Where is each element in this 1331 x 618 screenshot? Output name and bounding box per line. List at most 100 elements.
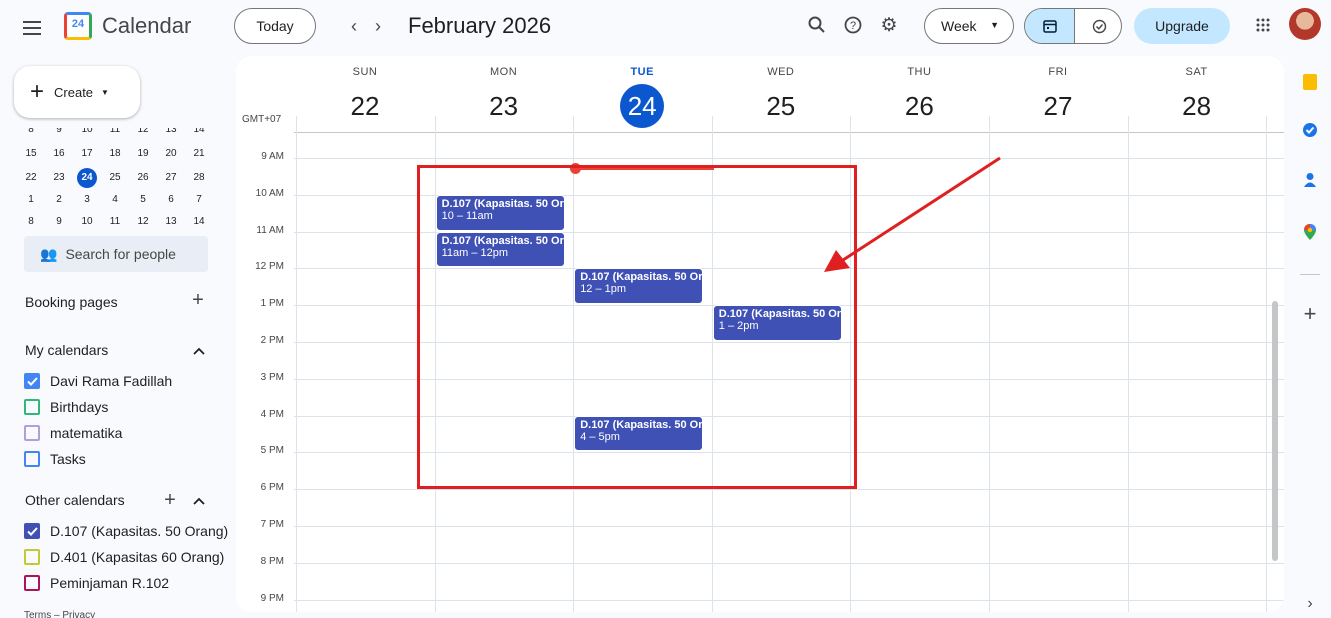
calendar-list-item[interactable]: D.401 (Kapasitas 60 Orang) bbox=[24, 546, 224, 568]
create-button[interactable]: + Create ▼ bbox=[14, 66, 140, 118]
mini-calendar-day[interactable]: 14 bbox=[188, 216, 210, 227]
calendar-list-item[interactable]: D.107 (Kapasitas. 50 Orang) bbox=[24, 520, 228, 542]
mini-calendar-day[interactable]: 13 bbox=[160, 128, 182, 135]
day-number[interactable]: 24 bbox=[620, 84, 665, 128]
day-column-header[interactable]: TUE 24 bbox=[573, 56, 711, 128]
next-week-icon[interactable]: › bbox=[364, 12, 392, 40]
day-number[interactable]: 26 bbox=[897, 84, 941, 128]
mini-calendar-day[interactable]: 16 bbox=[48, 148, 70, 159]
mini-calendar-day[interactable]: 19 bbox=[132, 148, 154, 159]
day-number[interactable]: 22 bbox=[343, 84, 387, 128]
mini-calendar-day[interactable]: 3 bbox=[76, 194, 98, 205]
mini-calendar-day[interactable]: 26 bbox=[132, 172, 154, 183]
tasks-view-button[interactable] bbox=[1074, 9, 1121, 43]
mini-calendar-day[interactable]: 9 bbox=[48, 128, 70, 135]
day-column-header[interactable]: WED 25 bbox=[712, 56, 850, 128]
calendar-list-item[interactable]: matematika bbox=[24, 422, 122, 444]
upgrade-button[interactable]: Upgrade bbox=[1134, 8, 1230, 44]
checkbox-icon[interactable] bbox=[24, 451, 40, 467]
day-number[interactable]: 25 bbox=[759, 84, 803, 128]
add-other-calendar-icon[interactable]: + bbox=[158, 488, 182, 512]
checkbox-icon[interactable] bbox=[24, 425, 40, 441]
hour-label: 4 PM bbox=[260, 408, 284, 420]
mini-calendar-day[interactable]: 18 bbox=[104, 148, 126, 159]
mini-calendar-day[interactable]: 21 bbox=[188, 148, 210, 159]
mini-calendar-day[interactable]: 8 bbox=[20, 128, 42, 135]
day-number[interactable]: 23 bbox=[482, 84, 526, 128]
checkbox-checked-icon[interactable] bbox=[24, 523, 40, 539]
my-calendars-label[interactable]: My calendars bbox=[25, 342, 108, 358]
maps-icon[interactable] bbox=[1298, 220, 1322, 244]
main-menu-icon[interactable] bbox=[14, 10, 50, 46]
add-booking-page-icon[interactable]: + bbox=[186, 288, 210, 312]
calendar-list-item[interactable]: Peminjaman R.102 bbox=[24, 572, 169, 594]
calendar-name: D.401 (Kapasitas 60 Orang) bbox=[50, 549, 225, 565]
day-column-header[interactable]: THU 26 bbox=[850, 56, 988, 128]
today-button[interactable]: Today bbox=[234, 8, 316, 44]
mini-calendar-day[interactable]: 4 bbox=[104, 194, 126, 205]
terms-privacy-link[interactable]: Terms – Privacy bbox=[24, 610, 95, 618]
mini-calendar-day[interactable]: 1 bbox=[20, 194, 42, 205]
checkbox-icon[interactable] bbox=[24, 549, 40, 565]
search-icon[interactable] bbox=[802, 10, 832, 40]
add-addon-icon[interactable]: + bbox=[1296, 300, 1324, 328]
mini-calendar-day[interactable]: 10 bbox=[76, 216, 98, 227]
day-number[interactable]: 28 bbox=[1175, 84, 1219, 128]
checkbox-icon[interactable] bbox=[24, 575, 40, 591]
contacts-icon[interactable] bbox=[1298, 168, 1322, 192]
help-icon[interactable]: ? bbox=[838, 10, 868, 40]
hour-gridline bbox=[294, 526, 1284, 527]
apps-grid-icon[interactable] bbox=[1248, 10, 1278, 40]
day-column-header[interactable]: MON 23 bbox=[435, 56, 573, 128]
mini-calendar-day[interactable]: 13 bbox=[160, 216, 182, 227]
search-people-placeholder: Search for people bbox=[65, 246, 176, 262]
checkbox-checked-icon[interactable] bbox=[24, 373, 40, 389]
expand-panel-chevron-icon[interactable]: › bbox=[1298, 592, 1322, 616]
mini-calendar-day[interactable]: 24 bbox=[77, 168, 97, 188]
top-bar: 24 Calendar Today ‹ › February 2026 ? ⚙ … bbox=[0, 0, 1331, 52]
calendar-list-item[interactable]: Tasks bbox=[24, 448, 86, 470]
mini-calendar-day[interactable]: 23 bbox=[48, 172, 70, 183]
mini-calendar-day[interactable]: 17 bbox=[76, 148, 98, 159]
mini-calendar-day[interactable]: 6 bbox=[160, 194, 182, 205]
day-column-header[interactable]: FRI 27 bbox=[989, 56, 1127, 128]
mini-calendar-day[interactable]: 2 bbox=[48, 194, 70, 205]
mini-calendar-day[interactable]: 5 bbox=[132, 194, 154, 205]
mini-calendar-day[interactable]: 9 bbox=[48, 216, 70, 227]
calendar-list-item[interactable]: Birthdays bbox=[24, 396, 108, 418]
search-people-input[interactable]: 👥 Search for people bbox=[24, 236, 208, 272]
keep-icon[interactable] bbox=[1298, 70, 1322, 94]
calendar-view-button[interactable] bbox=[1025, 9, 1074, 43]
day-column-header[interactable]: SAT 28 bbox=[1128, 56, 1266, 128]
tasks-icon[interactable] bbox=[1298, 118, 1322, 142]
view-select[interactable]: Week ▼ bbox=[924, 8, 1014, 44]
avatar[interactable] bbox=[1289, 8, 1321, 40]
checkbox-icon[interactable] bbox=[24, 399, 40, 415]
mini-calendar-day[interactable]: 14 bbox=[188, 128, 210, 135]
mini-calendar-day[interactable]: 20 bbox=[160, 148, 182, 159]
mini-calendar-day[interactable]: 25 bbox=[104, 172, 126, 183]
collapse-chevron-icon[interactable] bbox=[188, 340, 210, 362]
hour-gridline bbox=[294, 158, 1284, 159]
mini-calendar-day[interactable]: 22 bbox=[20, 172, 42, 183]
mini-calendar-day[interactable]: 8 bbox=[20, 216, 42, 227]
calendar-list-item[interactable]: Davi Rama Fadillah bbox=[24, 370, 172, 392]
booking-pages-label: Booking pages bbox=[25, 294, 118, 310]
mini-calendar-day[interactable]: 28 bbox=[188, 172, 210, 183]
other-calendars-label[interactable]: Other calendars bbox=[25, 492, 125, 508]
mini-calendar-day[interactable]: 27 bbox=[160, 172, 182, 183]
mini-calendar-day[interactable]: 15 bbox=[20, 148, 42, 159]
grid-scrollbar[interactable] bbox=[1272, 301, 1278, 561]
mini-calendar-day[interactable]: 10 bbox=[76, 128, 98, 135]
mini-calendar-day[interactable]: 12 bbox=[132, 128, 154, 135]
mini-calendar-day[interactable]: 11 bbox=[104, 128, 126, 135]
mini-calendar-row: 15 16 17 18 19 20 21 bbox=[20, 144, 216, 164]
mini-calendar-day[interactable]: 11 bbox=[104, 216, 126, 227]
day-number[interactable]: 27 bbox=[1036, 84, 1080, 128]
sidebar: + Create ▼ 8 9 10 11 12 13 14 15 16 17 18 19 20 21 2… bbox=[0, 56, 232, 618]
settings-gear-icon[interactable]: ⚙ bbox=[874, 10, 904, 40]
mini-calendar-day[interactable]: 7 bbox=[188, 194, 210, 205]
collapse-chevron-icon[interactable] bbox=[188, 490, 210, 512]
mini-calendar-day[interactable]: 12 bbox=[132, 216, 154, 227]
day-column-header[interactable]: SUN 22 bbox=[296, 56, 434, 128]
